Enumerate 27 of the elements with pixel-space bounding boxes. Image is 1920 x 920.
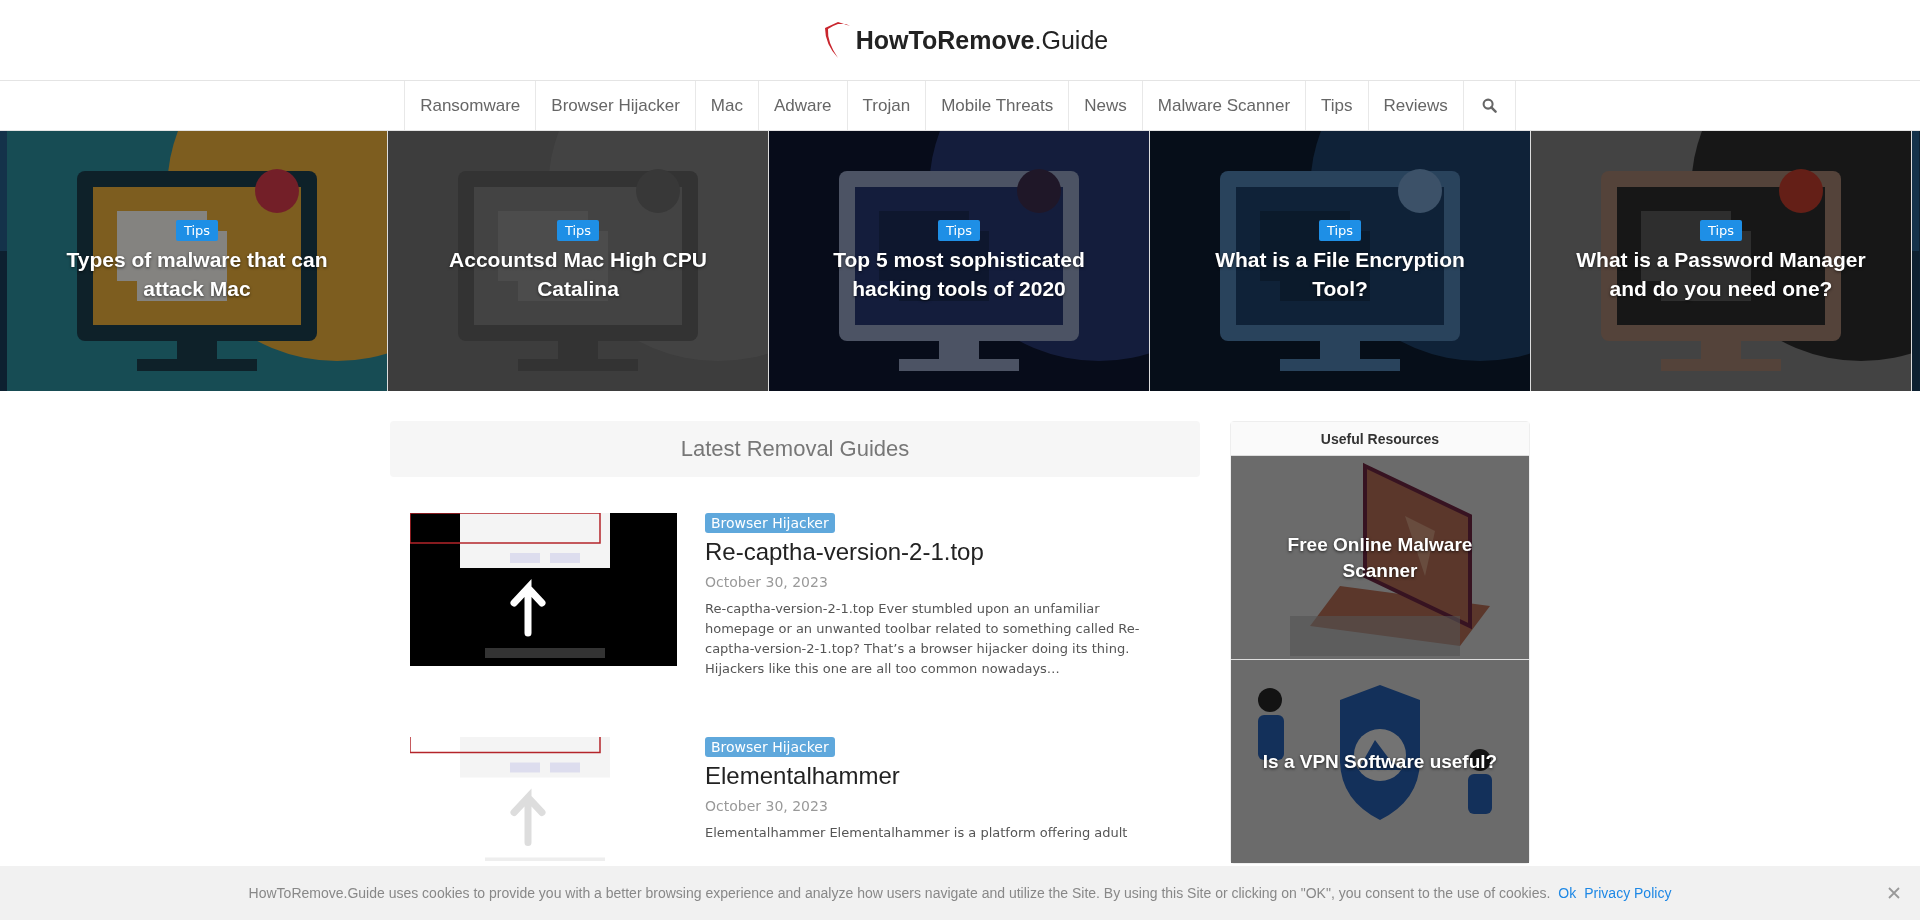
- article-date: October 30, 2023: [705, 574, 828, 590]
- search-icon: [1481, 98, 1497, 113]
- nav-link[interactable]: Reviews: [1368, 81, 1464, 130]
- card-heading: Useful Resources: [1231, 422, 1529, 455]
- close-icon[interactable]: [1888, 887, 1900, 899]
- nav-link[interactable]: Browser Hijacker: [536, 81, 696, 130]
- article-title[interactable]: Elementalhammer: [705, 762, 900, 790]
- article-excerpt: Re-captha-version-2-1.top Ever stumbled upon an unfamiliar homepage or an unwanted toolbar related to something called Re-captha-version-2-1.top? That’s a browser hijacker doing its thing. Hijackers like this one are all too common nowadays…: [705, 600, 1141, 678]
- article-excerpt: Elementalhammer Elementalhammer is a platform offering adult: [705, 824, 1128, 842]
- nav-link[interactable]: Tips: [1306, 81, 1369, 130]
- nav-link[interactable]: News: [1069, 81, 1143, 130]
- slide-title[interactable]: What is a File Encryption Tool?: [1190, 244, 1490, 303]
- article-date: October 30, 2023: [705, 798, 828, 814]
- slide-title[interactable]: Accountsd Mac High CPU Catalina: [428, 244, 728, 303]
- article-title[interactable]: Re-captha-version-2-1.top: [705, 538, 984, 566]
- cookie-notice: HowToRemove.Guide uses cookies to provide you with a better browsing experience and analyze how users navigate and utilize the Site. By using this Site or clicking on "OK", you consent to the use of cookies.: [248, 885, 1551, 901]
- ok-link[interactable]: Ok: [1558, 885, 1577, 901]
- nav-link[interactable]: Trojan: [847, 81, 927, 130]
- nav-link[interactable]: Malware Scanner: [1142, 81, 1307, 130]
- nav-link[interactable]: Ransomware: [405, 81, 537, 130]
- site-logo[interactable]: HowToRemove.Guide: [855, 25, 1109, 55]
- nav-link[interactable]: Adware: [758, 81, 848, 130]
- privacy-policy-link[interactable]: Privacy Policy: [1584, 885, 1672, 901]
- section-heading: Latest Removal Guides: [390, 421, 1200, 477]
- nav-link[interactable]: Mac: [695, 81, 759, 130]
- nav-link[interactable]: Mobile Threats: [926, 81, 1070, 130]
- slide-title[interactable]: Top 5 most sophisticated hacking tools of 2020: [809, 244, 1109, 303]
